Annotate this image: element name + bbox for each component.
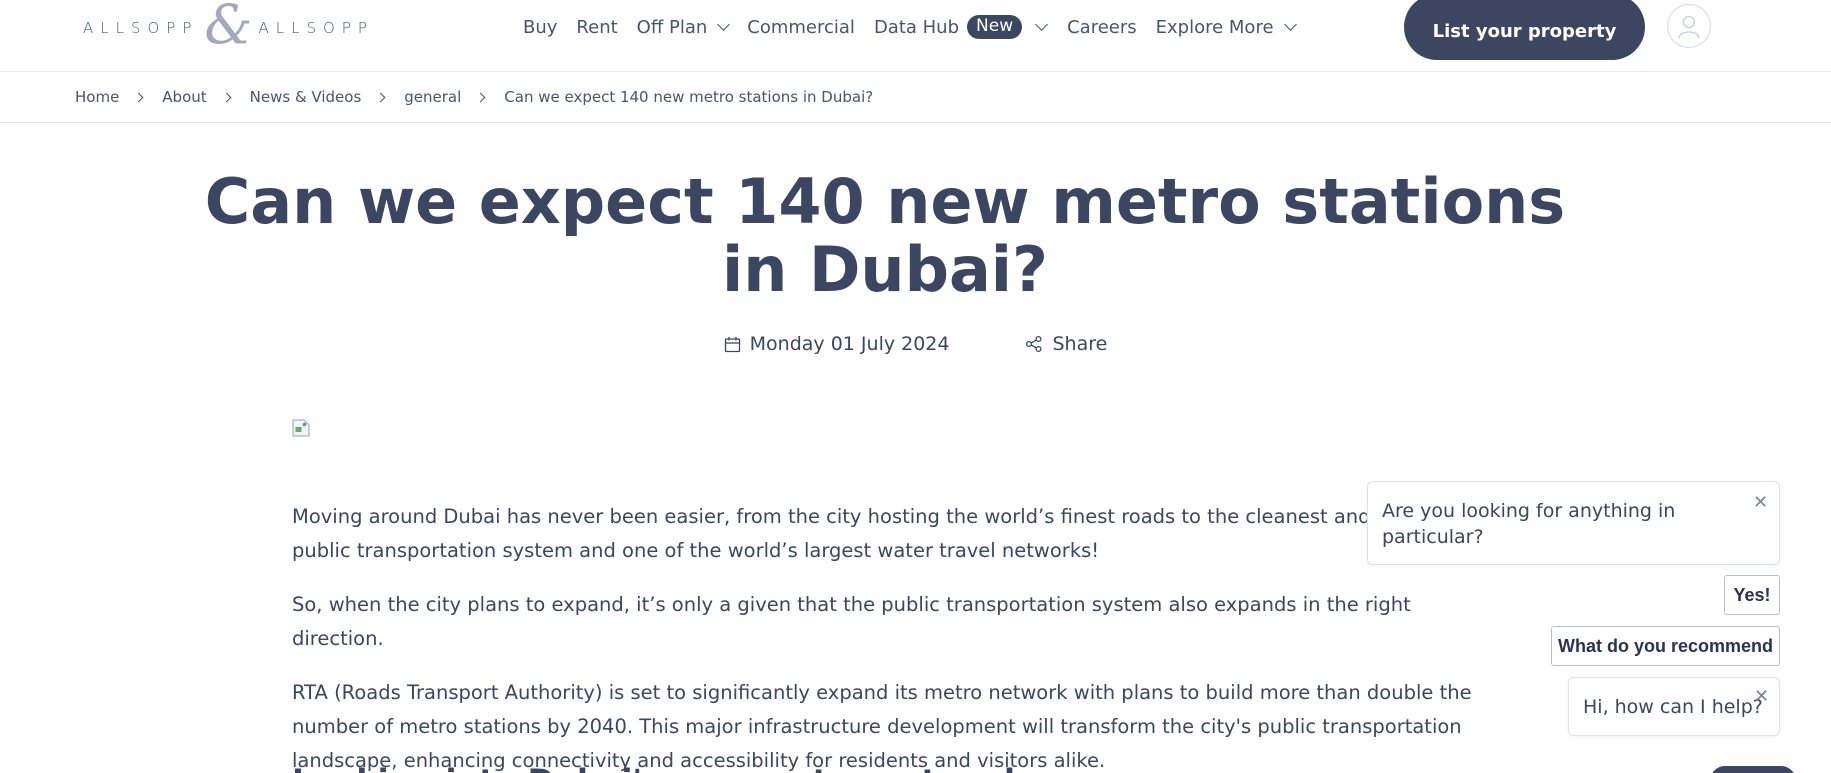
close-icon[interactable]: ✕ [1754,688,1769,706]
logo-word-right: ALLSOPP [258,19,374,37]
chat-greeting-text: Hi, how can I help? [1583,695,1763,718]
chat-yes-button[interactable]: Yes! [1724,575,1780,615]
calendar-icon [724,336,740,352]
nav-rent[interactable]: Rent [576,17,617,38]
close-icon[interactable]: ✕ [1753,494,1768,512]
user-icon [1678,15,1700,39]
breadcrumb-news-videos[interactable]: News & Videos [250,88,362,106]
chat-recommend-button[interactable]: What do you recommend [1551,626,1780,666]
chat-launcher-button[interactable] [1710,766,1796,773]
chevron-down-icon [1035,17,1048,31]
share-icon [1026,335,1043,353]
chat-prompt-card: Are you looking for anything in particul… [1367,481,1780,565]
new-badge: New [967,15,1023,39]
nav-careers[interactable]: Careers [1067,17,1137,38]
chevron-right-icon [375,92,386,102]
article-paragraph: RTA (Roads Transport Authority) is set t… [292,681,1472,772]
article-title: Can we expect 140 new metro stations in … [204,165,1566,306]
nav-commercial[interactable]: Commercial [747,17,855,38]
site-header: ALLSOPP & ALLSOPP Buy Rent Off Plan Comm… [0,0,1831,72]
chevron-down-icon [1283,17,1297,31]
breadcrumb-about[interactable]: About [162,88,206,106]
nav-off-plan[interactable]: Off Plan [636,16,731,38]
article-paragraph: So, when the city plans to expand, it’s … [292,593,1411,650]
nav-buy[interactable]: Buy [523,17,557,38]
chat-greeting-bubble[interactable]: Hi, how can I help? ✕ [1568,677,1780,736]
chevron-right-icon [221,92,232,102]
share-label: Share [1052,333,1108,355]
breadcrumb-general[interactable]: general [404,88,461,106]
nav-data-hub-label: Data Hub [873,16,960,38]
allsopp-logo[interactable]: ALLSOPP & ALLSOPP [83,0,374,52]
breadcrumb: Home About News & Videos general Can we … [0,72,1831,123]
article-subheading: Looking into Dubai's new metro network [292,762,1025,773]
share-button[interactable]: Share [1025,333,1107,355]
broken-image-icon [292,419,310,437]
nav-data-hub[interactable]: Data Hub New [873,15,1048,39]
breadcrumb-home[interactable]: Home [75,88,119,106]
nav-explore-more-label: Explore More [1155,16,1274,38]
breadcrumb-current: Can we expect 140 new metro stations in … [504,88,874,106]
article-date-text: Monday 01 July 2024 [749,333,950,355]
logo-ampersand: & [204,0,253,56]
article-date: Monday 01 July 2024 [724,333,950,355]
chevron-right-icon [133,92,144,102]
main-nav: Buy Rent Off Plan Commercial Data Hub Ne… [523,14,1314,40]
list-your-property-button[interactable]: List your property [1404,0,1645,60]
user-account-button[interactable] [1667,4,1711,48]
article-body: Moving around Dubai has never been easie… [292,500,1492,773]
logo-word-left: ALLSOPP [83,19,199,37]
article-meta: Monday 01 July 2024 Share [0,333,1831,355]
chevron-down-icon [717,17,731,31]
nav-explore-more[interactable]: Explore More [1155,16,1297,38]
article-paragraph: Moving around Dubai has never been easie… [292,505,1444,562]
chevron-right-icon [475,92,486,102]
nav-off-plan-label: Off Plan [636,16,708,38]
chat-prompt-text: Are you looking for anything in particul… [1382,500,1676,548]
